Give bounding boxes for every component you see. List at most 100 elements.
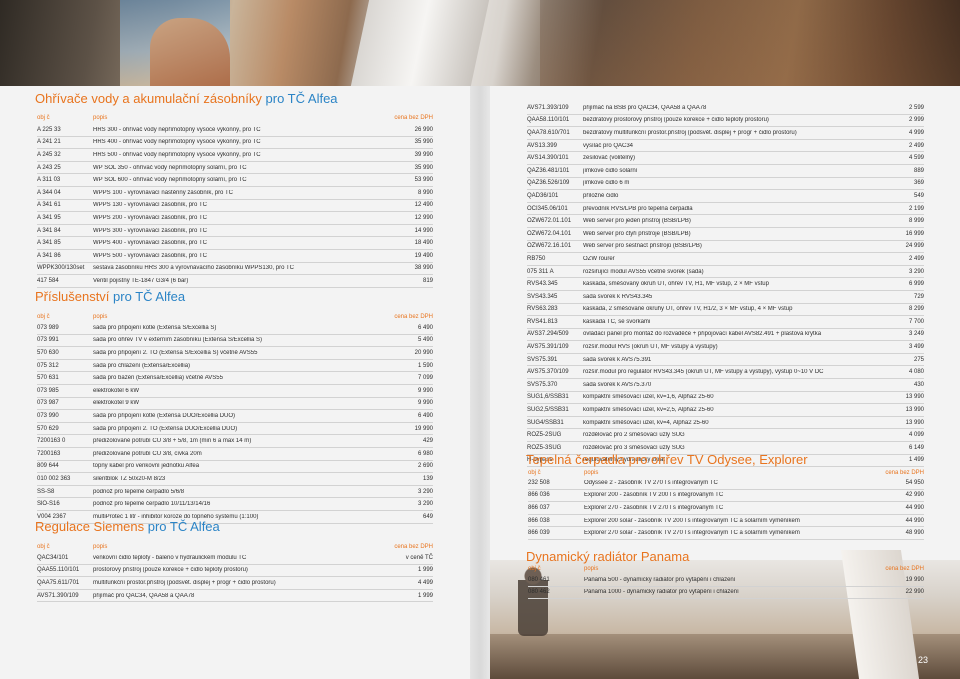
product-price: 4 599 (908, 155, 924, 162)
product-code: 075 312 (37, 362, 59, 369)
product-price: 13 990 (905, 394, 924, 401)
product-price: 6 999 (908, 281, 924, 288)
table-row: QAA75.611/701 multifunkční prostor.přístr… (37, 577, 433, 590)
product-description: podnož pro tepelné čerpadlo 10/11/13/14/… (93, 501, 211, 508)
table-row: SVS75.370 sada svorek k AVS75.370 430 (527, 379, 924, 392)
product-price: v ceně TČ (405, 554, 433, 561)
product-code: 080 462 (528, 589, 550, 596)
product-description: rozdělovač pro 3 směšovací uzly SUG (583, 444, 685, 451)
product-description: kaskáda, 2 směšované okruhy ÚT, ohřev TV… (583, 306, 793, 313)
product-code: A 344 04 (37, 189, 61, 196)
table-row: 075 311 A rozšiřující modul AVS55 včetně … (527, 266, 924, 279)
product-description: Web server pro čtyři přístroje (BSB/LPB) (583, 230, 691, 237)
product-description: předizolované potrubí CU 3/8, cívka 20m (93, 450, 202, 457)
product-description: kaskáda, směšovaný okruh ÚT, ohřev TV, H… (583, 281, 769, 288)
product-price: 139 (422, 475, 433, 482)
product-description: rozšíř.modul RVS (okruh ÚT, MF vstupy a … (583, 344, 718, 351)
table-row: 073 985 elektrokotel 6 kW 9 990 (37, 385, 433, 398)
product-description: sestava zásobníku HRS 300 a vyrovnávacíh… (93, 265, 294, 272)
product-price: 3 499 (908, 344, 924, 351)
product-description: multifunkční prostor.přístroj (podsvět. … (93, 579, 276, 586)
product-code: OZW672.01.101 (527, 218, 572, 225)
product-code: QAA58.110/101 (527, 117, 570, 124)
accessories-title: Příslušenství pro TČ Alfea (35, 289, 186, 304)
product-description: sada pro připojení kotle (Extensa DUO/Ex… (93, 412, 236, 419)
product-price: 889 (913, 167, 924, 174)
product-code: QAZ36.526/109 (527, 180, 570, 187)
accessories-table: 073 989 sada pro připojení kotle (Extensa… (37, 322, 433, 524)
product-description: kompaktní směšovací uzel, kv=2,5, Alpha2… (583, 407, 714, 414)
table-row: ROZ5-2SUG rozdělovač pro 2 směšovací uzly… (527, 429, 924, 443)
product-price: 13 990 (905, 419, 924, 426)
product-price: 2 599 (908, 104, 924, 111)
product-description: převodník RVS/LPB pro tepelná čerpadla (583, 205, 693, 212)
product-price: 16 999 (905, 230, 924, 237)
product-code: 570 630 (37, 349, 59, 356)
product-description: rozšíř.modul pro regulátor RVS43.345 (ok… (583, 369, 824, 376)
product-price: 48 990 (905, 530, 924, 537)
product-description: sada svorek k AVS75.370 (583, 381, 652, 388)
table-row: OZW672.04.101 Web server pro čtyři přístr… (527, 228, 924, 241)
header-photo (0, 0, 960, 86)
product-description: přijímač na BSB pro QAC34, QAA58 a QAA78 (583, 104, 707, 111)
product-price: 6 490 (417, 412, 433, 419)
product-code: A 311 03 (37, 177, 61, 184)
product-description: zesilovač (volitelný) (583, 155, 636, 162)
product-description: Panama 500 - dynamický radiátor pro vytá… (584, 576, 736, 583)
product-description: sada pro ohřev TV v externím zásobníku (… (93, 337, 262, 344)
product-code: A 245 32 (37, 151, 61, 158)
table-row: AVS14.390/101 zesilovač (volitelný) 4 599 (527, 152, 924, 165)
water-heaters-table: A 225 33 HRS 300 - ohřívač vody nepřímoto… (37, 124, 433, 288)
product-description: Odyssee 2 - zásobník TV 270 l s integrov… (584, 479, 718, 486)
table-row: AVS75.370/109 rozšíř.modul pro regulátor … (527, 366, 924, 380)
product-price: 22 990 (905, 589, 924, 596)
table-row: 080 462 Panama 1000 - dynamický radiátor … (528, 587, 924, 600)
table-row: SUG2,5/SSB31 kompaktní směšovací uzel, kv… (527, 404, 924, 417)
table-row: QAZ36.481/101 jímkové čidlo solární 889 (527, 165, 924, 178)
siemens-header: obj č popis cena bez DPH (37, 544, 433, 550)
product-description: rozdělovač pro 2 směšovací uzly SUG (583, 432, 685, 439)
siemens-title: Regulace Siemens pro TČ Alfea (35, 519, 220, 534)
product-code: RVS41.813 (527, 318, 558, 325)
product-price: 19 990 (905, 576, 924, 583)
product-price: 1 999 (417, 592, 433, 599)
table-row: 866 038 Explorer 200 solar - zásobník TV … (528, 515, 924, 528)
product-description: WPPS 130 - vyrovnávací zásobník, pro TČ (93, 202, 207, 209)
tv-pump-header: obj č popis cena bez DPH (528, 470, 924, 476)
table-row: A 241 21 HRS 400 - ohřívač vody nepřímoto… (37, 137, 433, 150)
product-price: 369 (913, 180, 924, 187)
product-code: SUG4/SSB31 (527, 419, 564, 426)
table-row: A 341 95 WPPS 200 - vyrovnávací zásobník,… (37, 212, 433, 225)
water-heaters-header: obj č popis cena bez DPH (37, 115, 433, 121)
product-code: A 341 61 (37, 202, 61, 209)
product-description: kompaktní směšovací uzel, kv=4, Alpha2 2… (583, 419, 709, 426)
table-row: 080 461 Panama 500 - dynamický radiátor p… (528, 574, 924, 587)
table-row: RVS43.345 kaskáda, směšovaný okruh ÚT, oh… (527, 278, 924, 291)
radiator-title: Dynamický radiátor Panama (526, 549, 690, 564)
product-code: 075 311 A (527, 268, 554, 275)
product-code: 866 036 (528, 492, 550, 499)
product-code: A 243 25 (37, 164, 61, 171)
table-row: A 311 03 WP SOL 600 - ohřívač vody nepřím… (37, 174, 433, 187)
product-price: 24 999 (905, 243, 924, 250)
tv-pump-table: 232 508 Odyssee 2 - zásobník TV 270 l s i… (528, 477, 924, 540)
product-price: 19 990 (414, 425, 433, 432)
product-code: 073 985 (37, 387, 59, 394)
product-code: QAA55.110/101 (37, 567, 80, 574)
table-row: OZW672.01.101 Web server pro jeden přístr… (527, 215, 924, 228)
table-row: A 341 86 WPPS 500 - vyrovnávací zásobník,… (37, 250, 433, 263)
product-description: elektrokotel 9 kW (93, 400, 140, 407)
product-description: přijímač pro QAC34, QAA58 a QAA78 (93, 592, 195, 599)
product-code: 073 990 (37, 412, 59, 419)
table-row: QAA58.110/101 bezdrátový prostorový příst… (527, 115, 924, 128)
product-description: prostorový přístroj (pouze korekce + čid… (93, 567, 248, 574)
product-price: 729 (913, 293, 924, 300)
product-description: Explorer 200 solar - zásobník TV 200 l s… (584, 517, 800, 524)
product-description: WP SOL 350 - ohřívač vody nepřímotopný s… (93, 164, 247, 171)
product-description: topný kabel pro venkovní jednotku Alfea (93, 463, 200, 470)
product-price: 6 490 (417, 324, 433, 331)
product-code: A 341 95 (37, 214, 61, 221)
product-price: 1 999 (417, 567, 433, 574)
product-code: OCI345.06/101 (527, 205, 568, 212)
table-row: OZW672.16.101 Web server pro šestnáct pří… (527, 241, 924, 254)
